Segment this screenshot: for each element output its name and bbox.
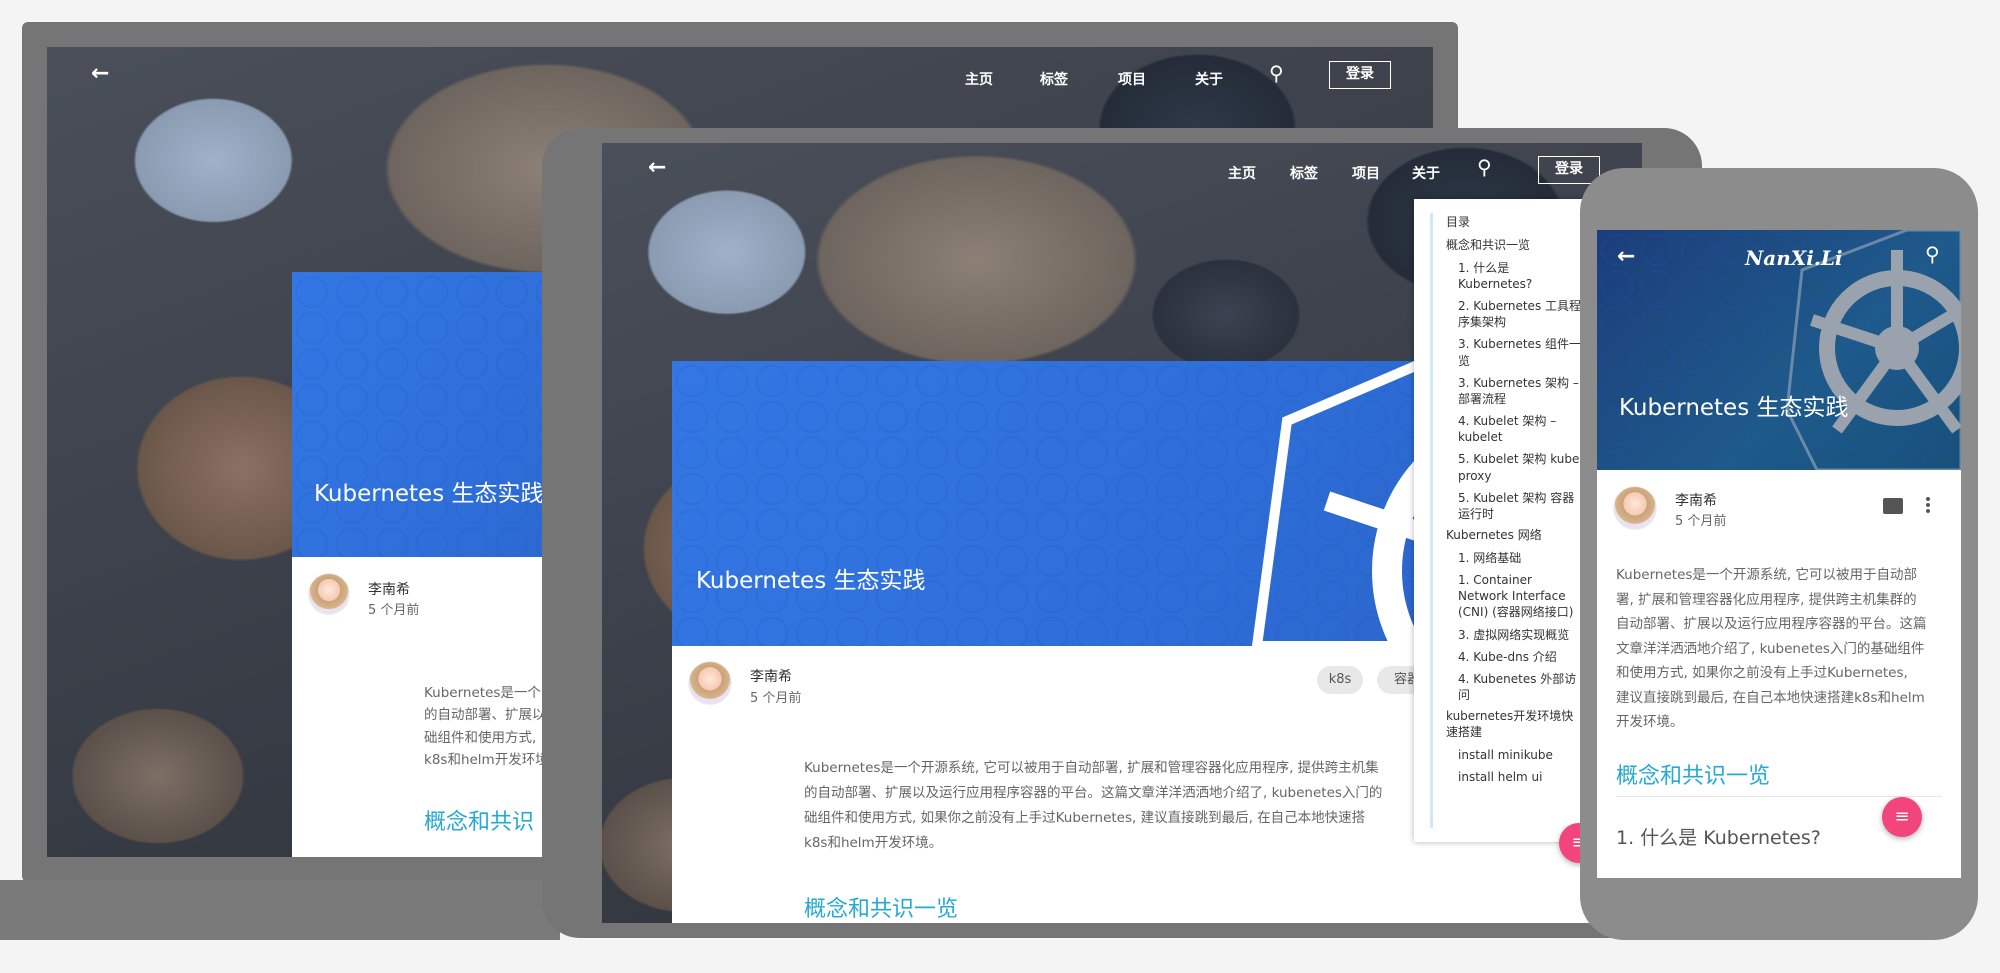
tablet-screen: ← 主页 标签 项目 关于 ⚲ 登录 Kubernetes 生态实践 李南希 5… <box>602 143 1642 923</box>
nav-tags[interactable]: 标签 <box>1040 69 1068 89</box>
toc-title: 目录 <box>1446 215 1471 229</box>
toc-item[interactable]: Kubernetes 网络 <box>1446 528 1585 544</box>
table-of-contents: 目录 概念和共识一览 1. 什么是 Kubernetes? 2. Kuberne… <box>1414 199 1589 842</box>
avatar[interactable] <box>1613 486 1657 530</box>
divider <box>1616 796 1942 797</box>
phone-hero: ← NanXi.Li ⚲ Kubernetes 生态实践 <box>1597 230 1961 470</box>
toc-item[interactable]: 3. Kubernetes 架构 – 部署流程 <box>1458 375 1585 407</box>
post-time: 5 个月前 <box>750 691 802 706</box>
toc-item[interactable]: 概念和共识一览 <box>1446 238 1585 254</box>
toc-item[interactable]: 2. Kubernetes 工具程序集架构 <box>1458 298 1585 330</box>
author-name[interactable]: 李南希 <box>1675 490 1717 510</box>
brand-logo[interactable]: NanXi.Li <box>1745 246 1843 270</box>
post-time: 5 个月前 <box>368 603 420 618</box>
section-heading: 概念和共识一览 <box>804 897 959 922</box>
toc-item[interactable]: install minikube <box>1458 747 1585 763</box>
avatar[interactable] <box>308 573 350 615</box>
nav-projects[interactable]: 项目 <box>1118 69 1146 89</box>
post-intro: Kubernetes是一个开源系统, 它可以被用于自动部署, 扩展和管理容器化应… <box>1616 567 1927 730</box>
more-vert-icon[interactable] <box>1926 496 1930 514</box>
toc-item[interactable]: 1. Container Network Interface (CNI) (容器… <box>1458 572 1585 621</box>
toc-item[interactable]: 4. Kubelet 架构 – kubelet <box>1458 413 1585 445</box>
desktop-monitor-base <box>0 880 560 940</box>
nav-about[interactable]: 关于 <box>1412 163 1440 183</box>
login-button[interactable]: 登录 <box>1329 61 1391 89</box>
section-heading: 概念和共识 <box>424 810 535 835</box>
tag-k8s[interactable]: k8s <box>1317 666 1363 694</box>
back-arrow-icon[interactable]: ← <box>1617 244 1635 269</box>
toc-item[interactable]: 5. Kubelet 架构 kube-proxy <box>1458 451 1585 483</box>
back-arrow-icon[interactable]: ← <box>648 155 666 180</box>
author-name[interactable]: 李南希 <box>368 579 410 599</box>
toc-item[interactable]: 4. Kubenetes 外部访问 <box>1458 671 1585 703</box>
nav-tags[interactable]: 标签 <box>1290 163 1318 183</box>
nav-home[interactable]: 主页 <box>965 69 993 89</box>
desktop-top-nav: ← 主页 标签 项目 关于 ⚲ 登录 <box>47 47 1433 107</box>
search-icon[interactable]: ⚲ <box>1269 61 1284 85</box>
login-button[interactable]: 登录 <box>1538 156 1600 184</box>
search-icon[interactable]: ⚲ <box>1477 155 1492 179</box>
toc-item[interactable]: 3. Kubernetes 组件一览 <box>1458 336 1585 368</box>
comment-icon[interactable] <box>1883 498 1903 514</box>
nav-home[interactable]: 主页 <box>1228 163 1256 183</box>
toc-list: 目录 概念和共识一览 1. 什么是 Kubernetes? 2. Kuberne… <box>1446 213 1585 791</box>
post-title: Kubernetes 生态实践 <box>1619 395 1849 421</box>
author-name[interactable]: 李南希 <box>750 666 792 686</box>
menu-fab-button[interactable]: ≡ <box>1882 797 1922 837</box>
subsection-heading: 1. 什么是 Kubernetes? <box>1616 827 1821 849</box>
toc-item[interactable]: 3. 虚拟网络实现概览 <box>1458 627 1585 643</box>
nav-projects[interactable]: 项目 <box>1352 163 1380 183</box>
back-arrow-icon[interactable]: ← <box>91 61 109 86</box>
toc-item[interactable]: install helm ui <box>1458 769 1585 785</box>
nav-about[interactable]: 关于 <box>1195 69 1223 89</box>
toc-item[interactable]: 1. 什么是 Kubernetes? <box>1458 260 1585 292</box>
toc-item[interactable]: kubernetes开发环境快速搭建 <box>1446 709 1585 740</box>
section-heading: 概念和共识一览 <box>1616 764 1771 789</box>
phone-screen: ← NanXi.Li ⚲ Kubernetes 生态实践 李南希 5 个月前 K… <box>1597 230 1961 878</box>
post-intro: Kubernetes是一个 的自动部署、扩展以 础组件和使用方式, k8s和helm开… <box>424 685 549 768</box>
search-icon[interactable]: ⚲ <box>1925 242 1940 266</box>
toc-item[interactable]: 5. Kubelet 架构 容器运行时 <box>1458 490 1585 522</box>
avatar[interactable] <box>688 661 732 705</box>
toc-item[interactable]: 4. Kube-dns 介绍 <box>1458 649 1585 665</box>
post-title: Kubernetes 生态实践 <box>314 481 544 507</box>
post-time: 5 个月前 <box>1675 514 1727 529</box>
post-intro: Kubernetes是一个开源系统, 它可以被用于自动部署, 扩展和管理容器化应… <box>804 760 1383 851</box>
post-title: Kubernetes 生态实践 <box>696 568 926 594</box>
toc-progress-bar <box>1430 213 1433 828</box>
toc-item[interactable]: 1. 网络基础 <box>1458 550 1585 566</box>
tablet-top-nav: ← 主页 标签 项目 关于 ⚲ 登录 <box>602 143 1642 199</box>
